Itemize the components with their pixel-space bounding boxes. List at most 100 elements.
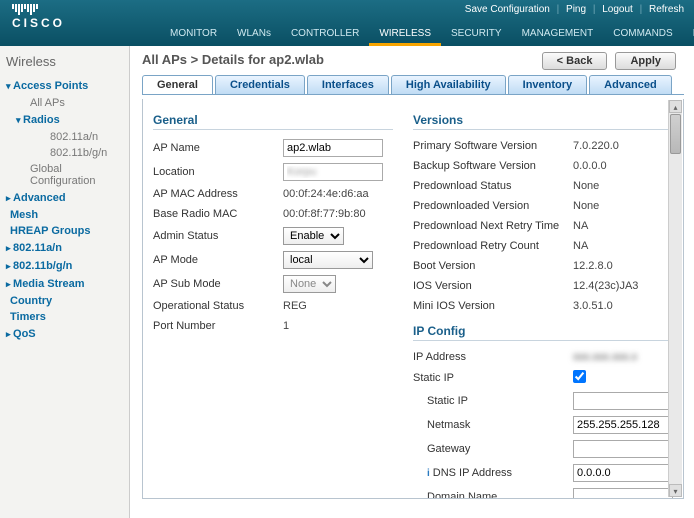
ios-ver-label: IOS Version <box>413 280 573 292</box>
section-ipconfig: IP Config <box>413 322 673 341</box>
sidebar-item-media-stream[interactable]: Media Stream <box>6 275 123 293</box>
backup-sw-label: Backup Software Version <box>413 160 573 172</box>
logout-link[interactable]: Logout <box>602 4 633 15</box>
sidebar-item-802-11b-g-n[interactable]: 802.11b/g/n <box>26 145 123 161</box>
brand-name: CISCO <box>12 16 65 30</box>
ap-name-label: AP Name <box>153 142 283 154</box>
tab-panel-general: General AP Name Location AP MAC Address0… <box>142 99 684 499</box>
location-label: Location <box>153 166 283 178</box>
predl-retry-time-value: NA <box>573 220 673 232</box>
nav-security[interactable]: SECURITY <box>441 23 512 46</box>
ap-mac-value: 00:0f:24:4e:d6:aa <box>283 188 393 200</box>
gateway-label: Gateway <box>413 443 573 455</box>
sidebar-item-global-configuration[interactable]: Global Configuration <box>16 161 123 189</box>
scroll-thumb[interactable] <box>670 114 681 154</box>
ip-address-value: xxx.xxx.xxx.x <box>573 351 673 363</box>
ap-mode-select[interactable]: local <box>283 251 373 269</box>
nav-monitor[interactable]: MONITOR <box>160 23 227 46</box>
base-mac-label: Base Radio MAC <box>153 208 283 220</box>
predl-status-label: Predownload Status <box>413 180 573 192</box>
netmask-label: Netmask <box>413 419 573 431</box>
tab-interfaces[interactable]: Interfaces <box>307 75 389 94</box>
predl-retry-time-label: Predownload Next Retry Time <box>413 220 573 232</box>
primary-sw-label: Primary Software Version <box>413 140 573 152</box>
ap-sub-mode-select[interactable]: None <box>283 275 336 293</box>
location-input[interactable] <box>283 163 383 181</box>
nav-help[interactable]: HELP <box>683 23 694 46</box>
tab-advanced[interactable]: Advanced <box>589 75 672 94</box>
port-number-label: Port Number <box>153 320 283 332</box>
mini-ios-label: Mini IOS Version <box>413 300 573 312</box>
sidebar: Wireless Access PointsAll APsRadios802.1… <box>0 46 130 518</box>
sidebar-item-qos[interactable]: QoS <box>6 325 123 343</box>
scrollbar[interactable]: ▴ ▾ <box>668 100 682 497</box>
primary-sw-value: 7.0.220.0 <box>573 140 673 152</box>
main-nav: MONITORWLANsCONTROLLERWIRELESSSECURITYMA… <box>160 23 694 46</box>
admin-status-select[interactable]: Enable <box>283 227 344 245</box>
dns-ip-label: iDNS IP Address <box>413 467 573 479</box>
refresh-link[interactable]: Refresh <box>649 4 684 15</box>
nav-wlans[interactable]: WLANs <box>227 23 281 46</box>
sidebar-item-802-11a-n[interactable]: 802.11a/n <box>26 129 123 145</box>
top-utility-links: Save Configuration | Ping | Logout | Ref… <box>465 4 684 15</box>
sidebar-item-802-11a-n[interactable]: 802.11a/n <box>6 239 123 257</box>
predl-ver-label: Predownloaded Version <box>413 200 573 212</box>
back-button[interactable]: < Back <box>542 52 608 70</box>
static-ip-checkbox[interactable] <box>573 370 586 383</box>
predl-status-value: None <box>573 180 673 192</box>
content-area: All APs > Details for ap2.wlab < Back Ap… <box>130 46 694 518</box>
section-versions: Versions <box>413 111 673 130</box>
domain-name-input[interactable] <box>573 488 673 499</box>
ap-mode-label: AP Mode <box>153 254 283 266</box>
op-status-label: Operational Status <box>153 300 283 312</box>
save-configuration-link[interactable]: Save Configuration <box>465 4 550 15</box>
gateway-input[interactable] <box>573 440 673 458</box>
predl-retry-cnt-value: NA <box>573 240 673 252</box>
tab-high-availability[interactable]: High Availability <box>391 75 506 94</box>
ping-link[interactable]: Ping <box>566 4 586 15</box>
tab-inventory[interactable]: Inventory <box>508 75 588 94</box>
nav-controller[interactable]: CONTROLLER <box>281 23 369 46</box>
ap-mac-label: AP MAC Address <box>153 188 283 200</box>
sidebar-item-radios[interactable]: Radios <box>16 111 123 129</box>
nav-commands[interactable]: COMMANDS <box>603 23 682 46</box>
netmask-input[interactable] <box>573 416 673 434</box>
boot-ver-label: Boot Version <box>413 260 573 272</box>
predl-retry-cnt-label: Predownload Retry Count <box>413 240 573 252</box>
port-number-value: 1 <box>283 320 393 332</box>
backup-sw-value: 0.0.0.0 <box>573 160 673 172</box>
dns-ip-input[interactable] <box>573 464 673 482</box>
static-ip-label: Static IP <box>413 372 573 384</box>
brand-logo: CISCO <box>12 4 65 30</box>
nav-management[interactable]: MANAGEMENT <box>512 23 604 46</box>
cisco-bars-icon <box>12 4 65 15</box>
sidebar-tree: Access PointsAll APsRadios802.11a/n802.1… <box>6 77 123 343</box>
static-ip-input[interactable] <box>573 392 673 410</box>
sidebar-item-802-11b-g-n[interactable]: 802.11b/g/n <box>6 257 123 275</box>
sidebar-item-advanced[interactable]: Advanced <box>6 189 123 207</box>
base-mac-value: 00:0f:8f:77:9b:80 <box>283 208 393 220</box>
tab-general[interactable]: General <box>142 75 213 94</box>
mini-ios-value: 3.0.51.0 <box>573 300 673 312</box>
apply-button[interactable]: Apply <box>615 52 676 70</box>
scroll-up-icon[interactable]: ▴ <box>669 100 682 113</box>
scroll-down-icon[interactable]: ▾ <box>669 484 682 497</box>
info-icon[interactable]: i <box>427 468 430 479</box>
ip-address-label: IP Address <box>413 351 573 363</box>
op-status-value: REG <box>283 300 393 312</box>
sidebar-item-country[interactable]: Country <box>6 293 123 309</box>
section-general: General <box>153 111 393 130</box>
predl-ver-value: None <box>573 200 673 212</box>
sidebar-item-mesh[interactable]: Mesh <box>6 207 123 223</box>
tabs: GeneralCredentialsInterfacesHigh Availab… <box>142 75 684 95</box>
tab-credentials[interactable]: Credentials <box>215 75 305 94</box>
sidebar-item-access-points[interactable]: Access Points <box>6 77 123 95</box>
admin-status-label: Admin Status <box>153 230 283 242</box>
sidebar-item-timers[interactable]: Timers <box>6 309 123 325</box>
sidebar-item-all-aps[interactable]: All APs <box>16 95 123 111</box>
nav-wireless[interactable]: WIRELESS <box>369 23 441 46</box>
sidebar-title: Wireless <box>6 54 123 69</box>
ap-sub-mode-label: AP Sub Mode <box>153 278 283 290</box>
ap-name-input[interactable] <box>283 139 383 157</box>
sidebar-item-hreap-groups[interactable]: HREAP Groups <box>6 223 123 239</box>
